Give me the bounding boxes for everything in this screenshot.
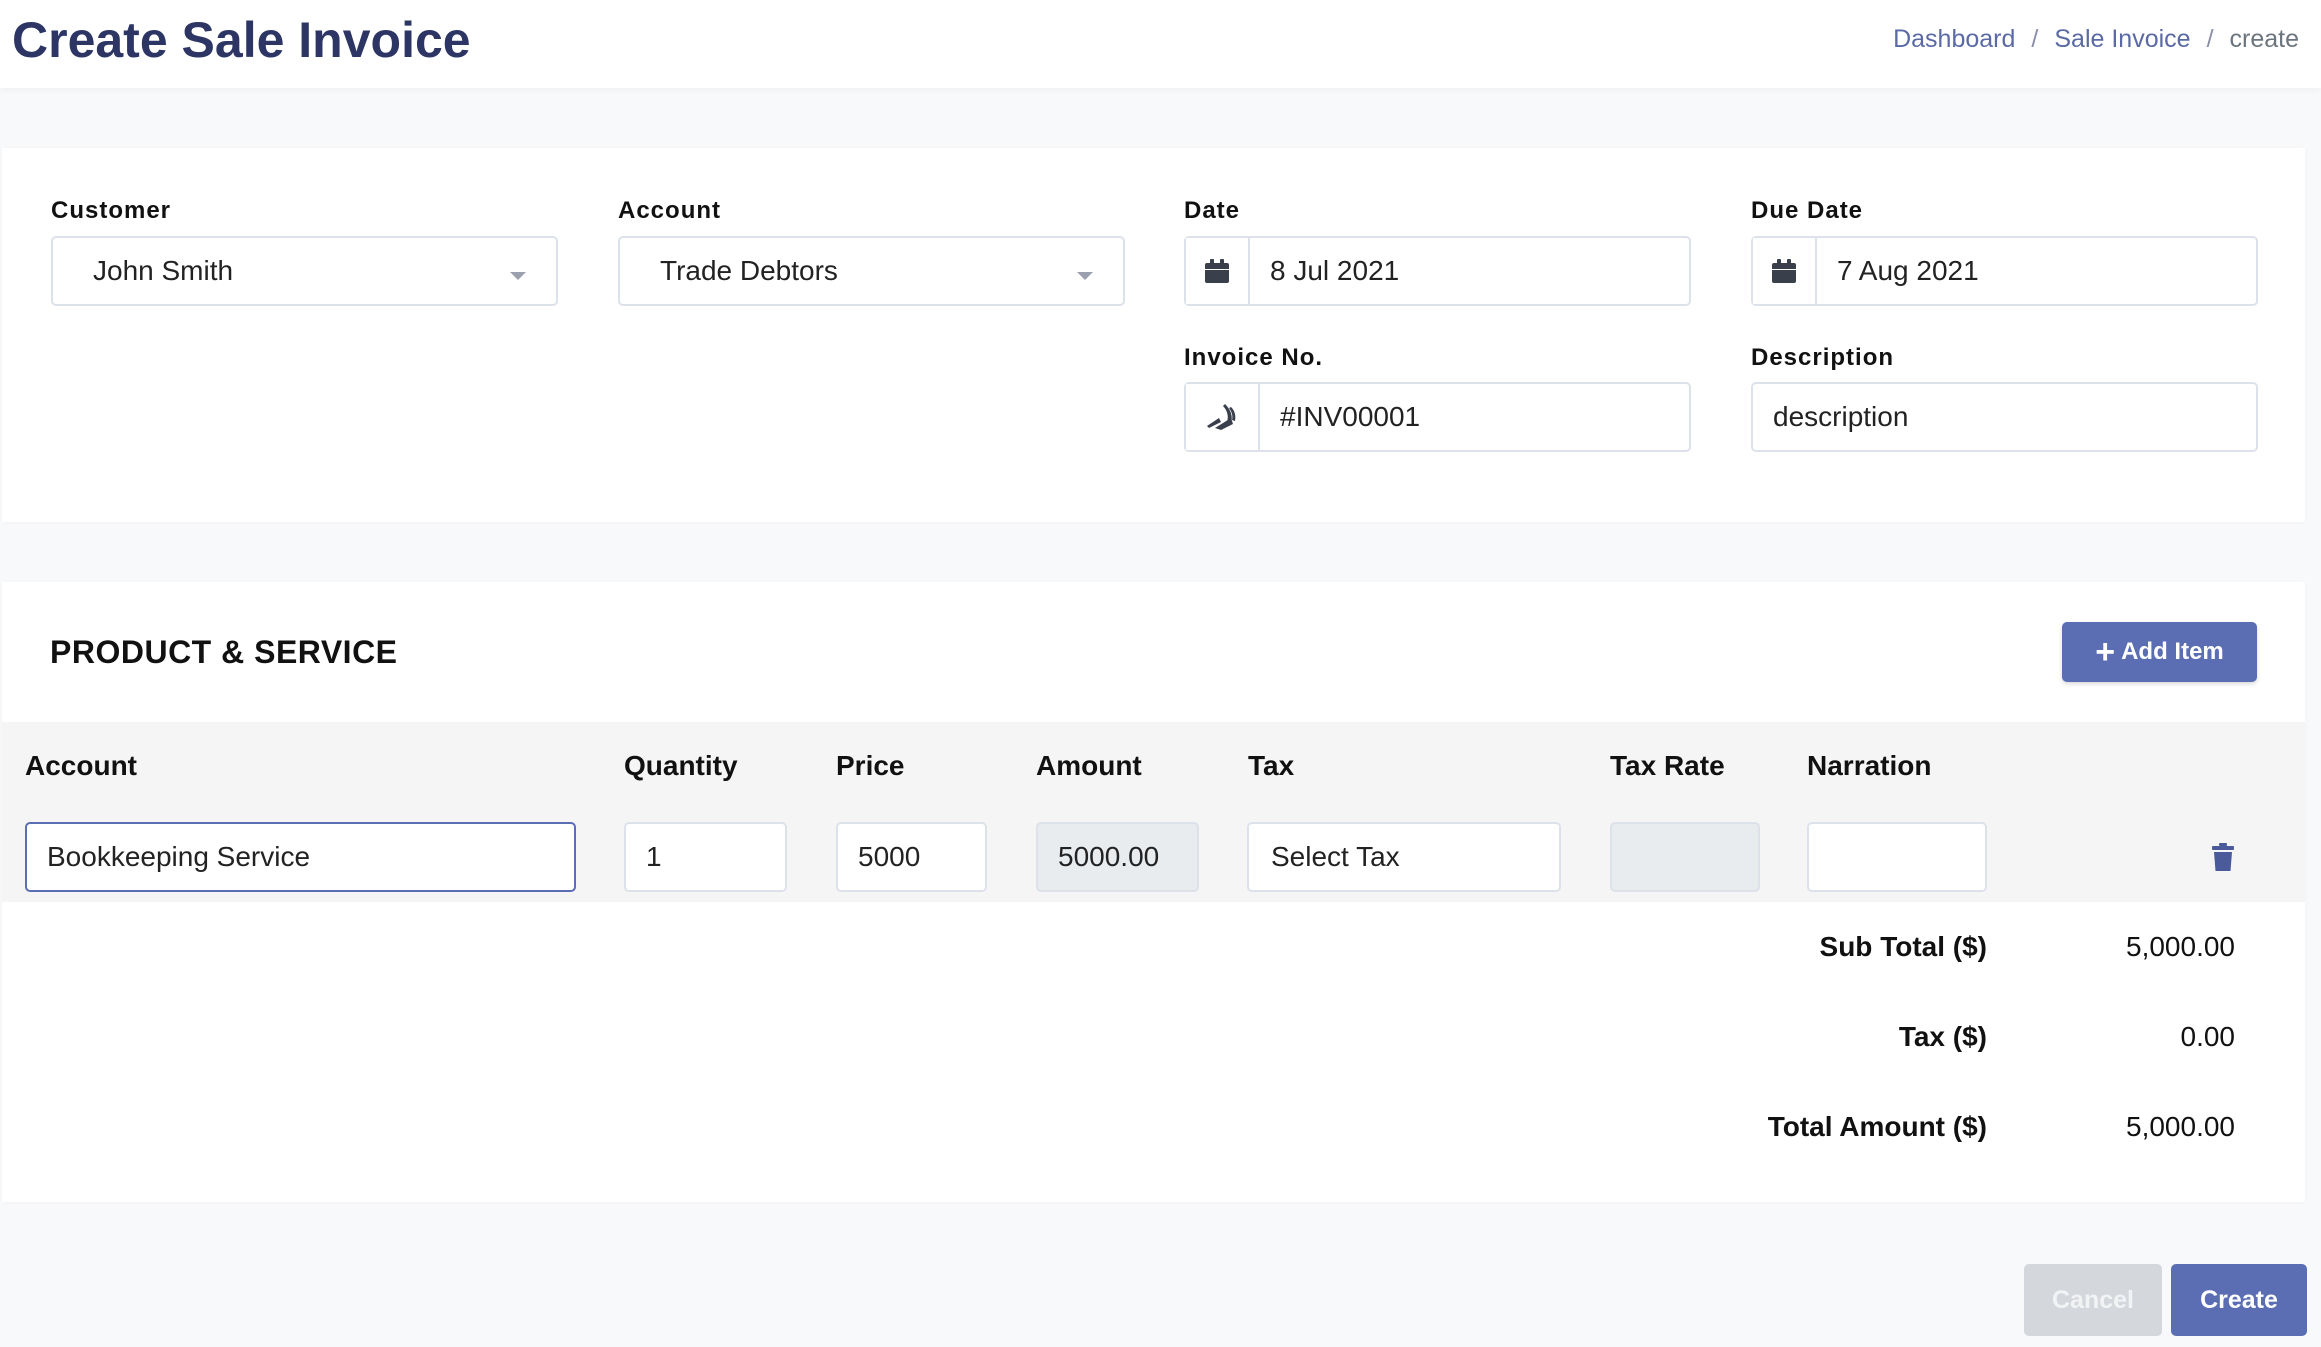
plus-icon: + [2095,633,2116,671]
date-addon [1186,238,1250,304]
date-input[interactable]: 8 Jul 2021 [1250,238,1689,304]
sub-total-label: Sub Total ($) [1819,931,1987,962]
total-amount-value: 5,000.00 [2126,1111,2235,1142]
calendar-icon [1205,259,1229,283]
due-date-input[interactable]: 7 Aug 2021 [1817,238,2256,304]
column-tax-rate: Tax Rate [1610,750,1725,781]
breadcrumb-separator: / [2031,25,2039,53]
invoice-no-label: Invoice No. [1184,344,1324,371]
account-value: Trade Debtors [660,255,838,286]
column-narration: Narration [1807,750,1932,781]
row-price-input[interactable]: 5000 [836,822,987,892]
column-price: Price [836,750,905,781]
cancel-button[interactable]: Cancel [2024,1264,2162,1336]
date-field[interactable]: 8 Jul 2021 [1184,236,1691,306]
row-quantity-input[interactable]: 1 [624,822,787,892]
section-title: PRODUCT & SERVICE [50,634,398,670]
row-account-input[interactable]: Bookkeeping Service [25,822,576,892]
calendar-icon [1772,259,1796,283]
breadcrumb-dashboard[interactable]: Dashboard [1893,22,2015,56]
row-amount-field: 5000.00 [1036,822,1199,892]
tax-value: 0.00 [2180,1021,2236,1052]
account-select[interactable]: Trade Debtors [618,236,1125,306]
customer-value: John Smith [93,255,234,286]
page-title: Create Sale Invoice [12,12,471,68]
column-account: Account [25,750,137,781]
invoice-no-field[interactable]: #INV00001 [1184,382,1691,452]
account-label: Account [618,197,721,224]
create-button[interactable]: Create [2171,1264,2307,1336]
invoice-no-addon [1186,384,1260,450]
description-label: Description [1751,344,1895,371]
chevron-down-icon [510,272,526,280]
breadcrumb: Dashboard / Sale Invoice / create [1893,22,2299,56]
add-item-button[interactable]: + Add Item [2062,622,2257,682]
total-amount-label: Total Amount ($) [1767,1111,1987,1142]
tax-label: Tax ($) [1898,1021,1987,1052]
description-input[interactable]: description [1751,382,2258,452]
date-label: Date [1184,197,1241,224]
row-tax-select[interactable]: Select Tax [1247,822,1561,892]
add-item-label: Add Item [2121,638,2224,665]
customer-select[interactable]: John Smith [51,236,558,306]
table-header [2,722,2305,810]
invoice-details-card [2,148,2305,522]
trash-icon[interactable] [2212,843,2234,871]
row-narration-input[interactable] [1807,822,1987,892]
due-date-field[interactable]: 7 Aug 2021 [1751,236,2258,306]
row-tax-rate-field [1610,822,1760,892]
due-date-label: Due Date [1751,197,1864,224]
column-amount: Amount [1036,750,1142,781]
breadcrumb-separator: / [2206,25,2214,53]
column-quantity: Quantity [624,750,738,781]
breadcrumb-current: create [2229,25,2299,53]
due-date-addon [1753,238,1817,304]
column-tax: Tax [1248,750,1295,781]
invoice-no-input[interactable]: #INV00001 [1260,384,1689,450]
breadcrumb-sale-invoice[interactable]: Sale Invoice [2054,22,2190,56]
chevron-down-icon [1077,272,1093,280]
sub-total-value: 5,000.00 [2126,931,2235,962]
customer-label: Customer [51,197,172,224]
invoice-icon [1207,404,1236,430]
